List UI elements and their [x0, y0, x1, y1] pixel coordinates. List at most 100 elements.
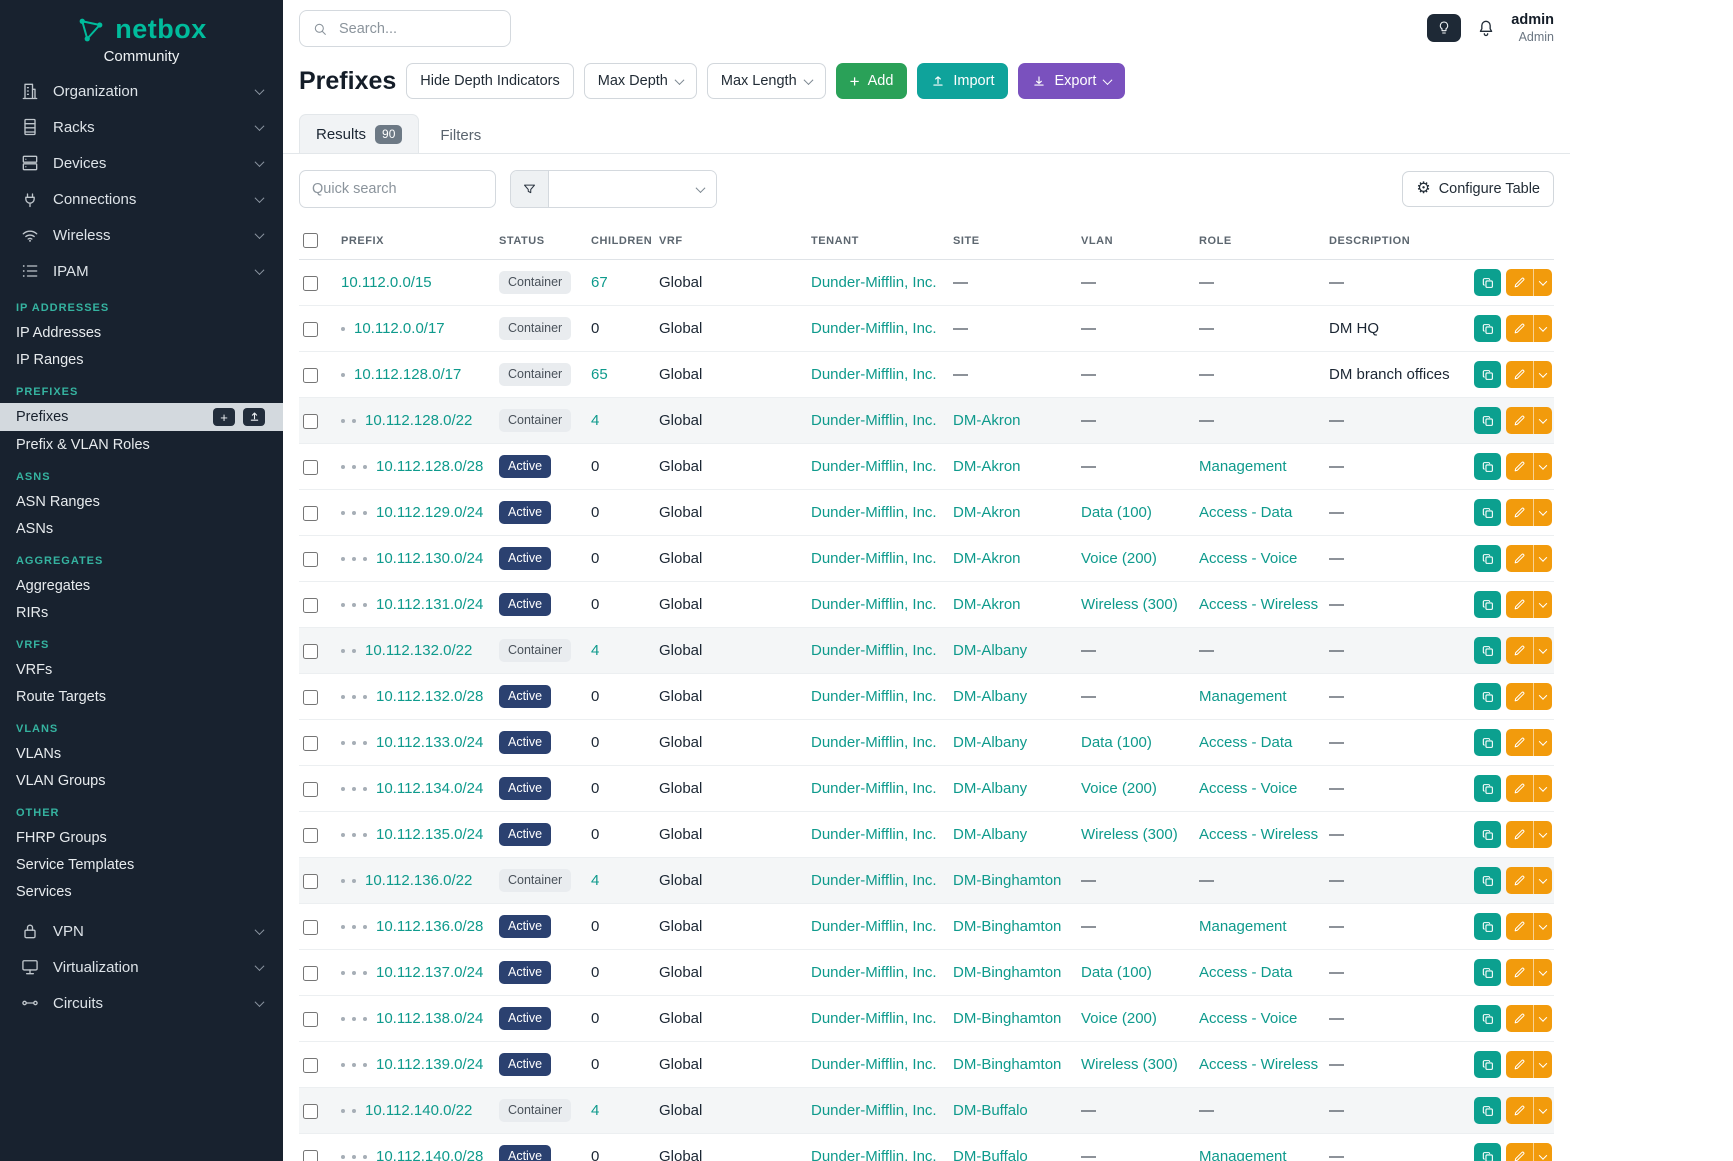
clone-button[interactable] [1474, 867, 1501, 894]
role-link[interactable]: Management [1199, 688, 1287, 705]
clone-button[interactable] [1474, 1143, 1501, 1161]
user-menu[interactable]: admin Admin [1511, 12, 1554, 44]
row-checkbox[interactable] [303, 322, 318, 337]
site-link[interactable]: DM-Akron [953, 412, 1021, 429]
sidebar-item-prefix-vlan-roles[interactable]: Prefix & VLAN Roles [0, 431, 283, 458]
sidebar-item-circuits[interactable]: Circuits [0, 985, 283, 1021]
role-link[interactable]: Access - Voice [1199, 1010, 1297, 1027]
sidebar-item-fhrp-groups[interactable]: FHRP Groups [0, 824, 283, 851]
tenant-link[interactable]: Dunder-Mifflin, Inc. [811, 642, 937, 659]
row-checkbox[interactable] [303, 414, 318, 429]
row-checkbox[interactable] [303, 874, 318, 889]
clone-button[interactable] [1474, 913, 1501, 940]
column-header-site[interactable]: Site [945, 222, 1073, 260]
clone-button[interactable] [1474, 1051, 1501, 1078]
tenant-link[interactable]: Dunder-Mifflin, Inc. [811, 872, 937, 889]
edit-button[interactable] [1506, 269, 1533, 296]
role-link[interactable]: Access - Wireless [1199, 826, 1318, 843]
tenant-link[interactable]: Dunder-Mifflin, Inc. [811, 780, 937, 797]
prefix-link[interactable]: 10.112.136.0/22 [365, 872, 472, 889]
children-count-link[interactable]: 65 [591, 366, 608, 383]
edit-button[interactable] [1506, 499, 1533, 526]
row-actions-dropdown-toggle[interactable] [1533, 729, 1552, 756]
prefix-link[interactable]: 10.112.130.0/24 [376, 550, 483, 567]
max-depth-dropdown[interactable]: Max Depth [584, 63, 697, 99]
prefix-link[interactable]: 10.112.0.0/17 [354, 320, 445, 337]
hide-depth-indicators-button[interactable]: Hide Depth Indicators [406, 63, 573, 99]
edit-button[interactable] [1506, 913, 1533, 940]
edit-button[interactable] [1506, 683, 1533, 710]
role-link[interactable]: Access - Data [1199, 734, 1292, 751]
edit-button[interactable] [1506, 407, 1533, 434]
prefix-link[interactable]: 10.112.136.0/28 [376, 918, 483, 935]
sidebar-item-asns[interactable]: ASNs [0, 515, 283, 542]
row-actions-dropdown-toggle[interactable] [1533, 959, 1552, 986]
select-all-checkbox[interactable] [303, 233, 318, 248]
row-checkbox[interactable] [303, 506, 318, 521]
vlan-link[interactable]: Data (100) [1081, 504, 1152, 521]
tenant-link[interactable]: Dunder-Mifflin, Inc. [811, 596, 937, 613]
row-actions-dropdown-toggle[interactable] [1533, 499, 1552, 526]
clone-button[interactable] [1474, 637, 1501, 664]
prefix-link[interactable]: 10.112.135.0/24 [376, 826, 483, 843]
row-checkbox[interactable] [303, 1104, 318, 1119]
max-length-dropdown[interactable]: Max Length [707, 63, 826, 99]
children-count-link[interactable]: 4 [591, 1102, 599, 1119]
role-link[interactable]: Management [1199, 918, 1287, 935]
tenant-link[interactable]: Dunder-Mifflin, Inc. [811, 1148, 937, 1161]
prefix-link[interactable]: 10.112.140.0/22 [365, 1102, 472, 1119]
row-checkbox[interactable] [303, 966, 318, 981]
edit-button[interactable] [1506, 867, 1533, 894]
role-link[interactable]: Access - Data [1199, 964, 1292, 981]
clone-button[interactable] [1474, 1097, 1501, 1124]
configure-table-button[interactable]: ⚙ Configure Table [1402, 171, 1554, 207]
vlan-link[interactable]: Wireless (300) [1081, 826, 1178, 843]
prefix-link[interactable]: 10.112.132.0/28 [376, 688, 483, 705]
row-actions-dropdown-toggle[interactable] [1533, 913, 1552, 940]
site-link[interactable]: DM-Binghamton [953, 964, 1061, 981]
site-link[interactable]: DM-Akron [953, 596, 1021, 613]
row-actions-dropdown-toggle[interactable] [1533, 591, 1552, 618]
site-link[interactable]: DM-Albany [953, 734, 1027, 751]
role-link[interactable]: Management [1199, 458, 1287, 475]
clone-button[interactable] [1474, 453, 1501, 480]
row-actions-dropdown-toggle[interactable] [1533, 1097, 1552, 1124]
tenant-link[interactable]: Dunder-Mifflin, Inc. [811, 412, 937, 429]
row-actions-dropdown-toggle[interactable] [1533, 637, 1552, 664]
tenant-link[interactable]: Dunder-Mifflin, Inc. [811, 550, 937, 567]
row-actions-dropdown-toggle[interactable] [1533, 269, 1552, 296]
site-link[interactable]: DM-Akron [953, 550, 1021, 567]
tenant-link[interactable]: Dunder-Mifflin, Inc. [811, 688, 937, 705]
clone-button[interactable] [1474, 269, 1501, 296]
row-actions-dropdown-toggle[interactable] [1533, 1143, 1552, 1161]
sidebar-item-service-templates[interactable]: Service Templates [0, 851, 283, 878]
role-link[interactable]: Access - Wireless [1199, 1056, 1318, 1073]
clone-button[interactable] [1474, 315, 1501, 342]
sidebar-item-vlan-groups[interactable]: VLAN Groups [0, 767, 283, 794]
sidebar-item-organization[interactable]: Organization [0, 73, 283, 109]
clone-button[interactable] [1474, 545, 1501, 572]
tenant-link[interactable]: Dunder-Mifflin, Inc. [811, 320, 937, 337]
clone-button[interactable] [1474, 821, 1501, 848]
tenant-link[interactable]: Dunder-Mifflin, Inc. [811, 1010, 937, 1027]
row-actions-dropdown-toggle[interactable] [1533, 867, 1552, 894]
row-actions-dropdown-toggle[interactable] [1533, 407, 1552, 434]
tenant-link[interactable]: Dunder-Mifflin, Inc. [811, 918, 937, 935]
clone-button[interactable] [1474, 361, 1501, 388]
tenant-link[interactable]: Dunder-Mifflin, Inc. [811, 1102, 937, 1119]
clone-button[interactable] [1474, 729, 1501, 756]
edit-button[interactable] [1506, 729, 1533, 756]
export-button[interactable]: Export [1018, 63, 1125, 99]
sidebar-item-virtualization[interactable]: Virtualization [0, 949, 283, 985]
column-header-vlan[interactable]: VLAN [1073, 222, 1191, 260]
clone-button[interactable] [1474, 591, 1501, 618]
children-count-link[interactable]: 67 [591, 274, 608, 291]
site-link[interactable]: DM-Buffalo [953, 1102, 1028, 1119]
edit-button[interactable] [1506, 545, 1533, 572]
column-header-description[interactable]: Description [1321, 222, 1458, 260]
site-link[interactable]: DM-Akron [953, 504, 1021, 521]
role-link[interactable]: Access - Voice [1199, 550, 1297, 567]
row-checkbox[interactable] [303, 368, 318, 383]
sidebar-item-asn-ranges[interactable]: ASN Ranges [0, 488, 283, 515]
column-header-status[interactable]: Status [491, 222, 583, 260]
